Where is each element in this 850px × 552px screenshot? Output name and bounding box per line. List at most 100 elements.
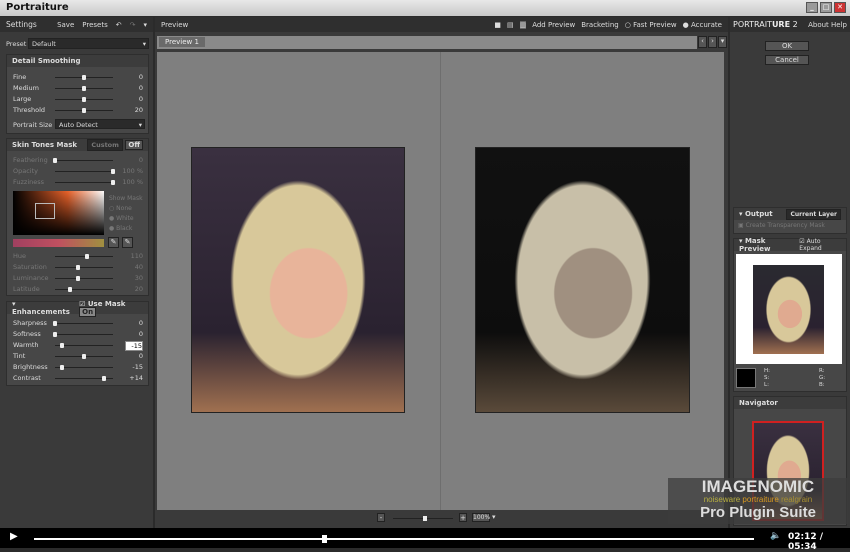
about-link[interactable]: About — [808, 21, 829, 29]
save-button[interactable]: Save — [57, 21, 74, 29]
eyedropper-minus-icon[interactable]: ✎ — [122, 237, 133, 248]
slider-thumb[interactable] — [102, 376, 107, 381]
split-horizontal-icon[interactable]: ▤ — [507, 21, 514, 29]
slider-value[interactable]: 20 — [113, 106, 143, 114]
mask-radio-white[interactable]: ● White — [109, 214, 143, 224]
slider-value[interactable]: 0 — [113, 73, 143, 81]
slider-thumb[interactable] — [82, 75, 86, 80]
hue-range-bar[interactable] — [13, 239, 104, 247]
slider-value[interactable]: 100 % — [113, 167, 143, 175]
detail-smoothing-title: Detail Smoothing — [12, 57, 81, 65]
minimize-button[interactable]: _ — [806, 2, 818, 13]
slider-value[interactable]: 0 — [113, 352, 143, 360]
auto-expand-checkbox[interactable]: ☑ Auto Expand — [799, 238, 841, 252]
slider-value[interactable]: 30 — [113, 274, 143, 282]
slider-value[interactable]: 0 — [113, 330, 143, 338]
ok-button[interactable]: OK — [765, 41, 809, 51]
warmth-slider[interactable] — [55, 343, 113, 348]
next-tab-icon[interactable]: › — [708, 36, 717, 48]
latitude-slider[interactable] — [55, 287, 113, 292]
zoom-in-button[interactable]: + — [459, 513, 467, 522]
slider-thumb[interactable] — [53, 332, 57, 337]
mask-radio-none[interactable]: ○ None — [109, 204, 143, 214]
slider-value[interactable]: -15 — [113, 363, 143, 371]
tab-menu-icon[interactable]: ▾ — [718, 36, 727, 48]
cancel-button[interactable]: Cancel — [765, 55, 809, 65]
brightness-slider[interactable] — [55, 365, 113, 370]
saturation-slider[interactable] — [55, 265, 113, 270]
eyedropper-icon[interactable]: ✎ — [108, 237, 119, 248]
slider-thumb[interactable] — [82, 108, 86, 113]
skin-mode-select[interactable]: Custom — [87, 139, 123, 151]
redo-icon[interactable]: ↷ — [130, 21, 136, 29]
fuzziness-slider[interactable] — [55, 180, 115, 185]
slider-thumb[interactable] — [53, 158, 57, 163]
play-icon[interactable]: ▶ — [10, 531, 18, 542]
slider-thumb[interactable] — [59, 343, 64, 348]
enhancements-toggle[interactable]: On — [79, 307, 97, 317]
volume-icon[interactable]: 🔈 — [770, 531, 781, 541]
single-view-icon[interactable]: ■ — [494, 21, 501, 29]
maximize-button[interactable]: □ — [820, 2, 832, 13]
slider-thumb[interactable] — [82, 97, 86, 102]
prev-tab-icon[interactable]: ‹ — [698, 36, 707, 48]
slider-thumb[interactable] — [76, 276, 81, 281]
softness-slider[interactable] — [53, 332, 113, 337]
threshold-slider[interactable] — [55, 108, 113, 113]
close-button[interactable]: ✕ — [834, 2, 846, 13]
seek-bar[interactable] — [34, 535, 754, 543]
portrait-size-select[interactable]: Auto Detect ▾ — [55, 119, 145, 129]
slider-thumb[interactable] — [59, 365, 64, 370]
bracketing-button[interactable]: Bracketing — [581, 21, 619, 29]
skin-tones-toggle[interactable]: Off — [125, 140, 143, 150]
zoom-level-select[interactable]: 100% — [472, 513, 490, 522]
split-divider[interactable] — [440, 52, 441, 510]
slider-value[interactable]: 0 — [113, 319, 143, 327]
presets-button[interactable]: Presets — [82, 21, 107, 29]
slider-value[interactable]: 0 — [113, 84, 143, 92]
slider-value[interactable]: 20 — [113, 285, 143, 293]
zoom-slider[interactable] — [393, 516, 453, 521]
hue-slider[interactable] — [55, 254, 113, 259]
sharpness-slider[interactable] — [53, 321, 113, 326]
preview-canvas[interactable] — [157, 52, 724, 510]
slider-thumb[interactable] — [84, 254, 89, 259]
slider-thumb[interactable] — [76, 265, 81, 270]
preset-select[interactable]: Default ▾ — [28, 38, 149, 49]
accurate-radio[interactable]: ● Accurate — [683, 21, 722, 29]
slider-thumb[interactable] — [53, 321, 57, 326]
slider-thumb[interactable] — [82, 354, 86, 359]
color-picker-field[interactable] — [13, 191, 104, 235]
feathering-slider[interactable] — [53, 158, 113, 163]
slider-value[interactable]: -15 — [125, 341, 143, 351]
opacity-slider[interactable] — [55, 169, 115, 174]
slider-thumb[interactable] — [67, 287, 72, 292]
slider-value[interactable]: 40 — [113, 263, 143, 271]
slider-value[interactable]: +14 — [113, 374, 143, 382]
zoom-out-button[interactable]: - — [377, 513, 385, 522]
luminance-slider[interactable] — [55, 276, 113, 281]
add-preview-button[interactable]: Add Preview — [532, 21, 575, 29]
fine-slider[interactable] — [55, 75, 113, 80]
large-slider[interactable] — [55, 97, 113, 102]
chevron-down-icon: ▾ — [138, 121, 142, 129]
fast-preview-radio[interactable]: ○ Fast Preview — [625, 21, 677, 29]
slider-value[interactable]: 0 — [113, 95, 143, 103]
mask-radio-black[interactable]: ● Black — [109, 224, 143, 234]
slider-thumb[interactable] — [82, 86, 86, 91]
split-vertical-icon[interactable]: ▥ — [519, 20, 527, 29]
tab-preview-1[interactable]: Preview 1 — [159, 37, 205, 47]
help-link[interactable]: Help — [831, 21, 847, 29]
output-target-select[interactable]: Current Layer — [786, 208, 841, 220]
create-mask-checkbox[interactable]: ▣ Create Transparency Mask — [734, 220, 846, 231]
medium-slider[interactable] — [55, 86, 113, 91]
slider-value[interactable]: 110 — [113, 252, 143, 260]
chevron-down-icon[interactable]: ▾ — [492, 513, 496, 521]
tint-slider[interactable] — [55, 354, 113, 359]
slider-value[interactable]: 100 % — [113, 178, 143, 186]
slider-row-softness: Softness 0 — [13, 329, 143, 339]
slider-value[interactable]: 0 — [113, 156, 143, 164]
contrast-slider[interactable] — [55, 376, 113, 381]
menu-chevron-icon[interactable]: ▾ — [143, 21, 147, 29]
undo-icon[interactable]: ↶ — [116, 21, 122, 29]
